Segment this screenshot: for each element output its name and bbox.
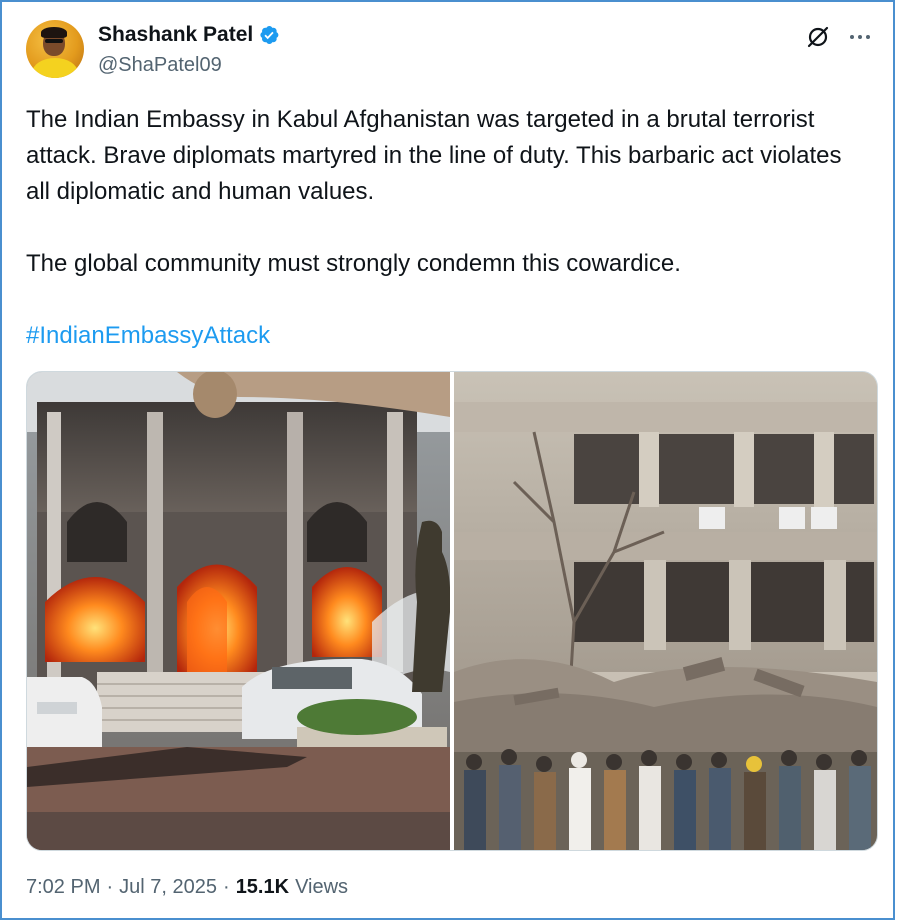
tweet-card: Shashank Patel @ShaPatel09 The Indian Em… (0, 0, 895, 920)
separator: · (223, 876, 230, 898)
views-count: 15.1K (235, 876, 290, 898)
grok-slash-circle-icon[interactable] (805, 24, 831, 50)
verified-badge-icon[interactable] (258, 24, 280, 46)
tweet-header: Shashank Patel @ShaPatel09 (26, 18, 873, 80)
tweet-time[interactable]: 7:02 PM (26, 876, 100, 899)
separator: · (106, 876, 114, 898)
tweet-paragraph-1: The Indian Embassy in Kabul Afghanistan … (26, 106, 842, 205)
author-name-row: Shashank Patel (98, 23, 280, 47)
author-name[interactable]: Shashank Patel (98, 23, 253, 47)
avatar[interactable] (26, 20, 84, 78)
author-handle[interactable]: @ShaPatel09 (98, 54, 222, 77)
burning-embassy-building-photo[interactable] (27, 372, 450, 850)
tweet-footer: 7:02 PM · Jul 7, 2025 · 15.1K Views (26, 876, 348, 899)
hashtag-link[interactable]: #IndianEmbassyAttack (26, 322, 270, 349)
tweet-text: The Indian Embassy in Kabul Afghanistan … (26, 102, 866, 354)
bombed-building-crowd-photo[interactable] (454, 372, 877, 850)
tweet-date[interactable]: Jul 7, 2025 (119, 876, 217, 899)
tweet-paragraph-2: The global community must strongly conde… (26, 250, 681, 277)
more-horizontal-icon[interactable] (847, 24, 873, 50)
tweet-media (26, 371, 878, 851)
views-label: Views (295, 876, 349, 898)
